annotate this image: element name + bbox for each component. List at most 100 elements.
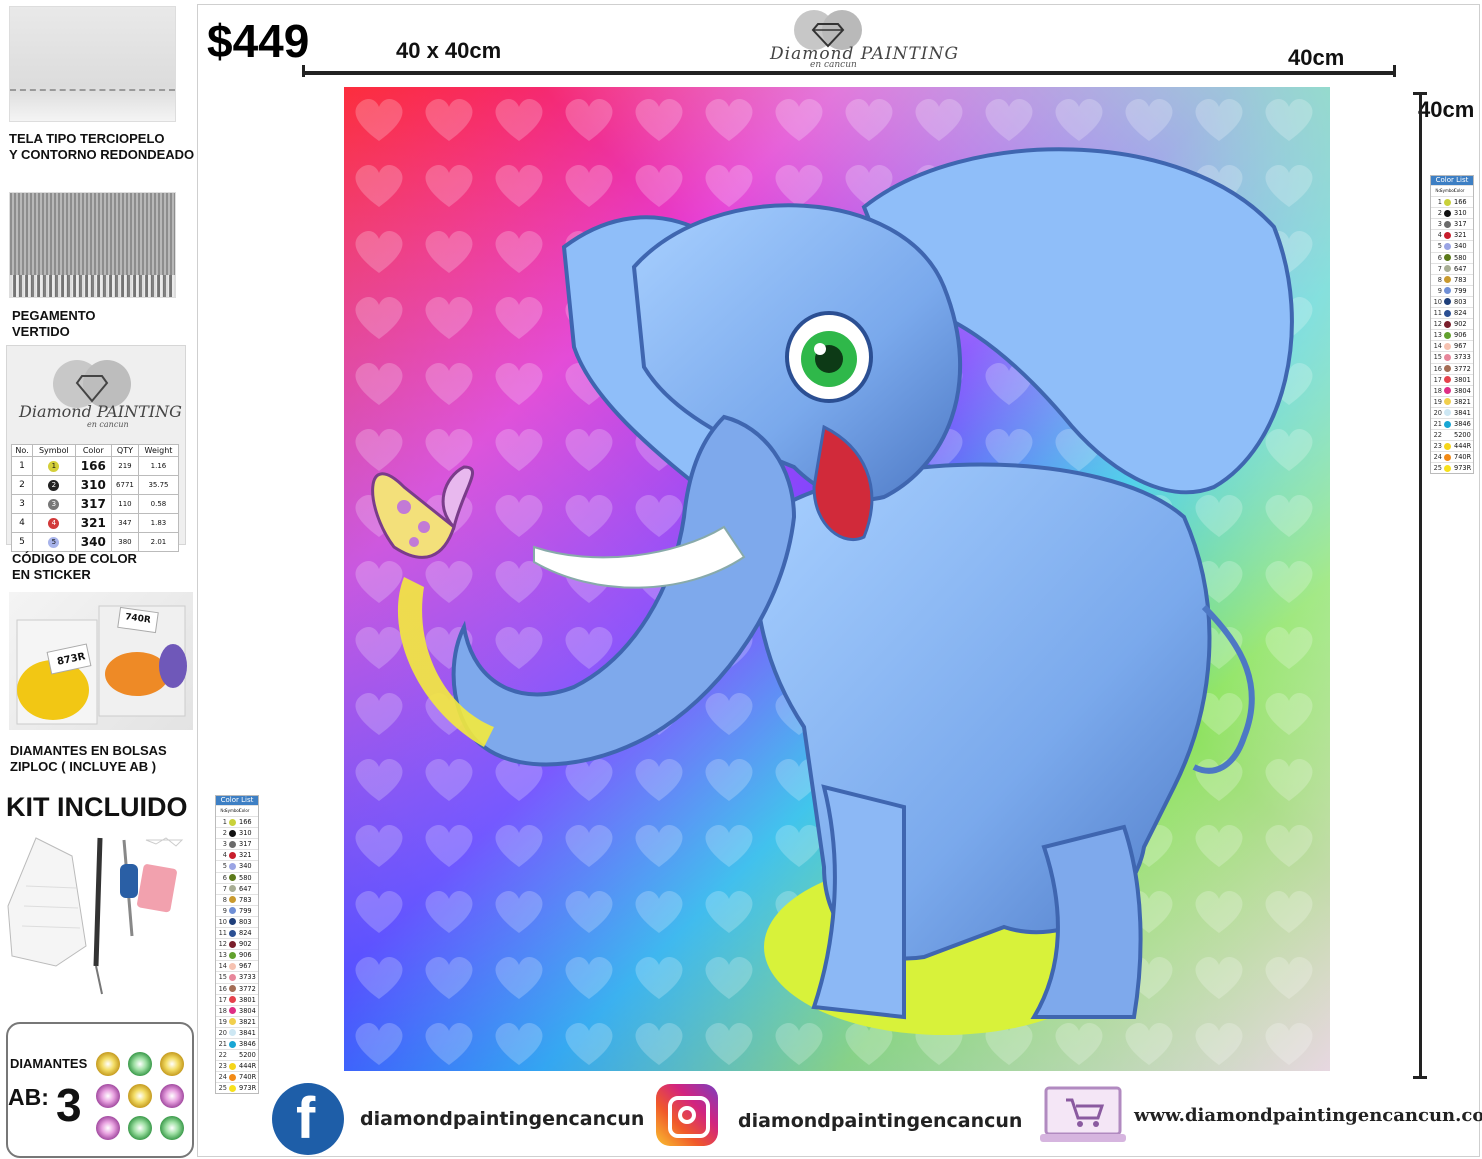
color-swatch xyxy=(1444,365,1451,373)
sticker-cell: 310 xyxy=(74,475,112,495)
color-list-number: 24 xyxy=(1433,453,1442,462)
color-list-number: 7 xyxy=(222,884,227,893)
color-list-symbol xyxy=(228,961,237,971)
width-dimension-line xyxy=(302,65,1396,77)
color-list-symbol xyxy=(228,1017,237,1027)
color-list-row: 4 321 xyxy=(216,849,258,860)
color-list-code: 3772 xyxy=(1454,364,1471,373)
color-list-row: 11 824 xyxy=(216,927,258,938)
price: $449 xyxy=(207,15,310,67)
color-list-code: 3772 xyxy=(239,984,256,993)
color-list-code: 740R xyxy=(1454,453,1472,462)
color-list-code: 317 xyxy=(1454,220,1467,229)
sticker-cell: 35.75 xyxy=(137,475,180,495)
size-label: 40 x 40cm xyxy=(396,38,502,63)
sticker-header-no: No. xyxy=(10,444,34,457)
sticker-symbol: 5 xyxy=(48,536,60,548)
website-link[interactable]: www.diamondpaintingencancun.com xyxy=(1134,1105,1482,1126)
color-list-code: 3733 xyxy=(239,973,256,982)
color-list-symbol xyxy=(228,906,237,916)
color-list-code: 3821 xyxy=(239,1017,256,1026)
brand-logo-text: Diamond PAINTING xyxy=(770,44,960,64)
color-list-symbol xyxy=(1443,341,1452,351)
color-list-code: 740R xyxy=(239,1073,257,1082)
sticker-cell: 380 xyxy=(110,532,139,552)
online-store-icon[interactable] xyxy=(1040,1086,1126,1144)
facebook-glyph: f xyxy=(296,1086,316,1151)
glue-photo xyxy=(9,192,176,298)
color-list-symbol xyxy=(1443,253,1452,263)
instagram-handle[interactable]: diamondpaintingencancun xyxy=(738,1110,1022,1132)
fabric-caption-line2: Y CONTORNO REDONDEADO xyxy=(9,147,195,162)
color-swatch xyxy=(229,985,236,993)
color-list-row: 12 902 xyxy=(1431,318,1473,329)
color-list-symbol xyxy=(228,939,237,949)
color-list-right: Color List No. Symbol Color 1 166 2 310 3 317 4 32… xyxy=(1430,175,1474,475)
color-list-symbol xyxy=(228,1083,237,1093)
color-list-symbol xyxy=(1443,352,1452,362)
sticker-cell: 340 xyxy=(74,532,112,552)
color-list-symbol xyxy=(1443,375,1452,385)
sticker-row: 5 5 340 380 2.01 xyxy=(10,532,180,552)
color-list-symbol xyxy=(228,984,237,994)
color-swatch xyxy=(1444,398,1451,406)
color-list-row: 15 3733 xyxy=(1431,351,1473,362)
sticker-cell: 4 xyxy=(10,513,34,533)
color-swatch xyxy=(1444,320,1451,328)
color-list-row: 25 973R xyxy=(216,1082,258,1093)
color-swatch xyxy=(229,896,236,904)
color-list-number: 20 xyxy=(218,1028,227,1037)
sticker-header-symbol: Symbol xyxy=(32,444,76,457)
color-swatch xyxy=(1444,353,1451,361)
color-list-symbol xyxy=(1443,452,1452,462)
color-list-code: 166 xyxy=(239,818,252,827)
color-list-row: 21 3846 xyxy=(1431,417,1473,429)
color-list-number: 20 xyxy=(1433,408,1442,417)
sticker-symbol: 4 xyxy=(48,517,60,529)
glue-caption-line1: PEGAMENTO xyxy=(12,308,96,323)
facebook-handle[interactable]: diamondpaintingencancun xyxy=(360,1108,644,1130)
color-list-number: 19 xyxy=(218,1017,227,1026)
color-list-number: 2 xyxy=(1437,209,1442,218)
color-list-symbol xyxy=(1443,319,1452,329)
color-list-code: 803 xyxy=(1454,297,1467,306)
facebook-icon[interactable]: f xyxy=(272,1083,344,1155)
color-swatch xyxy=(229,1018,236,1026)
sticker-cell: 219 xyxy=(110,456,139,476)
sticker-table: No. Symbol Color QTY Weight 1 1 166 219 … xyxy=(10,444,180,552)
color-list-symbol xyxy=(228,950,237,960)
color-list-title: Color List xyxy=(1431,176,1473,185)
ab-prefix: AB: xyxy=(8,1084,49,1110)
sticker-symbol: 1 xyxy=(48,460,60,472)
instagram-icon[interactable] xyxy=(656,1084,718,1146)
color-list-number: 10 xyxy=(1433,297,1442,306)
color-list-symbol xyxy=(1443,419,1452,429)
sticker-cell: 5 xyxy=(10,532,34,552)
color-list-code: 444R xyxy=(239,1062,257,1071)
color-list-number: 14 xyxy=(218,962,227,971)
sticker-header-weight: Weight xyxy=(137,444,180,457)
color-list-row: 22 5200 xyxy=(1431,429,1473,440)
color-list-number: 21 xyxy=(1433,419,1442,428)
color-list-number: 6 xyxy=(1437,253,1442,262)
color-list-symbol xyxy=(1443,241,1452,251)
color-swatch xyxy=(229,918,236,926)
sticker-cell: 110 xyxy=(110,494,139,514)
color-list-row: 6 580 xyxy=(216,871,258,883)
color-list-row: 8 783 xyxy=(216,893,258,905)
fabric-photo xyxy=(9,6,176,122)
color-list-row: 19 3821 xyxy=(216,1015,258,1027)
color-list-code: 783 xyxy=(239,895,252,904)
color-list-number: 13 xyxy=(1433,331,1442,340)
color-list-number: 8 xyxy=(1437,275,1442,284)
color-list-row: 20 3841 xyxy=(216,1026,258,1038)
color-list-number: 13 xyxy=(218,951,227,960)
color-list-code: 310 xyxy=(239,829,252,838)
color-list-number: 10 xyxy=(218,917,227,926)
color-list-symbol xyxy=(228,873,237,883)
color-list-row: 1 166 xyxy=(216,816,258,827)
color-list-symbol xyxy=(228,1039,237,1049)
color-list-code: 166 xyxy=(1454,198,1467,207)
color-list-code: 783 xyxy=(1454,275,1467,284)
sticker-cell: 1.83 xyxy=(137,513,180,533)
